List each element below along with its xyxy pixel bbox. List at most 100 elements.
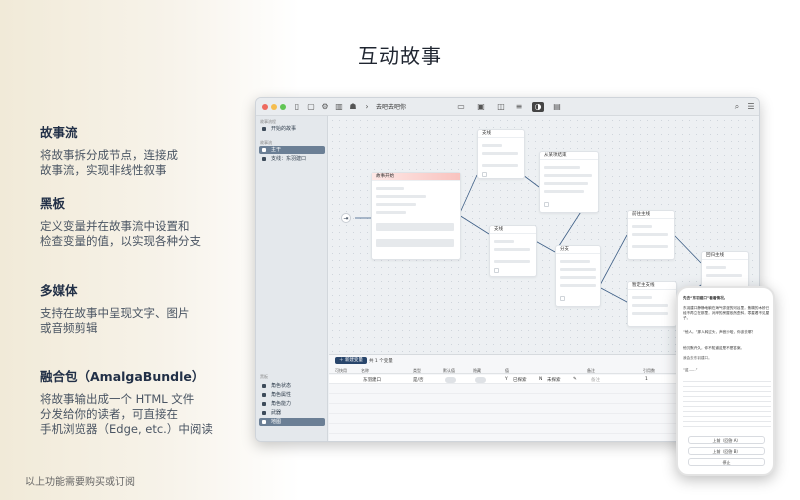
layers-icon[interactable]: ◫ bbox=[496, 102, 506, 112]
story-text: 东羽建口静静地躺在海气弥漫的河谷里，焦糊的木桥已经不再立在那里，对岸的房屋依然歪… bbox=[683, 306, 770, 320]
footnote: 以上功能需要购买或订阅 bbox=[25, 477, 135, 488]
story-entry-icon[interactable]: ⇥ bbox=[341, 213, 351, 223]
sidebar-item-bb[interactable]: 角色能力 bbox=[259, 400, 325, 408]
node-go-mainline[interactable]: 前往主线 bbox=[627, 210, 675, 260]
settings-icon[interactable]: ⚙ bbox=[320, 102, 330, 112]
node-branch-choice[interactable]: 分支 bbox=[555, 245, 601, 307]
story-text: “这……” bbox=[683, 368, 698, 372]
feature-title: 黑板 bbox=[40, 196, 66, 211]
stack-icon[interactable]: ≡ bbox=[514, 102, 524, 112]
node-backup[interactable]: 暂定主支线 bbox=[627, 281, 677, 327]
cards-icon[interactable]: ▣ bbox=[476, 102, 486, 112]
default-toggle[interactable] bbox=[445, 377, 456, 383]
page-heading: 互动故事 bbox=[358, 44, 442, 68]
node-title: 回归主线 bbox=[702, 252, 748, 260]
column-header: 值 bbox=[505, 368, 509, 373]
zoom-button[interactable] bbox=[280, 104, 286, 110]
sidebar-item-label: 武器 bbox=[271, 410, 282, 416]
node-branch[interactable]: 支线 bbox=[477, 129, 525, 179]
close-button[interactable] bbox=[262, 104, 268, 110]
table-icon bbox=[262, 411, 266, 415]
minimize-button[interactable] bbox=[271, 104, 277, 110]
choice-button[interactable]: 上前（回答 B） bbox=[688, 447, 765, 455]
chevron-icon[interactable]: › bbox=[362, 102, 372, 112]
add-variable-label: 新建变量 bbox=[344, 358, 363, 363]
edit-icon[interactable]: ✎ bbox=[573, 377, 577, 382]
sidebar-item-branch[interactable]: 支线：东羽建口 bbox=[259, 155, 325, 163]
feature-desc: 支持在故事中呈现文字、图片 或音频剪辑 bbox=[40, 306, 190, 335]
list-icon[interactable]: ☰ bbox=[746, 102, 756, 112]
sidebar-item-main[interactable]: 主干 bbox=[259, 146, 325, 154]
node-title: 支线 bbox=[490, 226, 536, 234]
archive-icon[interactable]: ▭ bbox=[456, 102, 466, 112]
table-icon bbox=[262, 384, 266, 388]
sidebar-item-label: 开始的故事 bbox=[271, 126, 297, 132]
value-n-label[interactable]: 未探索 bbox=[547, 377, 561, 383]
feature-multimedia: 多媒体 支持在故事中呈现文字、图片 或音频剪辑 bbox=[40, 280, 250, 336]
feature-blackboard: 黑板 定义变量并在故事流中设置和 检查变量的值，以实现各种分支 bbox=[40, 193, 250, 249]
hidden-toggle[interactable] bbox=[475, 377, 486, 383]
window-title: 去吧去吧你 bbox=[376, 104, 407, 111]
node-title: 从某项结束 bbox=[540, 152, 598, 160]
sidebar-item-bb[interactable]: 武器 bbox=[259, 409, 325, 417]
sidebar-item-label: 角色能力 bbox=[271, 401, 292, 407]
people-icon[interactable]: ☗ bbox=[348, 102, 358, 112]
book-icon[interactable]: ▤ bbox=[552, 102, 562, 112]
chart-icon[interactable]: ▥ bbox=[334, 102, 344, 112]
feature-title: 融合包（AmalgaBundle） bbox=[40, 369, 205, 384]
table-icon bbox=[262, 393, 266, 397]
sidebar-toggle-icon[interactable]: ▯ bbox=[292, 102, 302, 112]
node-branch[interactable]: 支线 bbox=[489, 225, 537, 277]
sidebar-item-bb[interactable]: 地图 bbox=[259, 418, 325, 426]
value-y: Y bbox=[505, 377, 508, 382]
column-header: 默认值 bbox=[443, 368, 455, 373]
feature-title: 多媒体 bbox=[40, 283, 78, 298]
sidebar-section-blackboard: 黑板 bbox=[260, 374, 268, 379]
column-header: 隐藏 bbox=[473, 368, 481, 373]
document-icon[interactable]: ▢ bbox=[306, 102, 316, 112]
story-text: 他沉默许久，你不知道这是不是答案。 bbox=[683, 346, 745, 350]
node-from-result[interactable]: 从某项结束 bbox=[539, 151, 599, 213]
reference-count: 1 bbox=[645, 377, 648, 382]
variable-count: 共 1 个变量 bbox=[369, 359, 393, 364]
story-text: 先去“东羽建口”看看情况。 bbox=[683, 296, 728, 300]
sidebar-item-story[interactable]: 开始的故事 bbox=[259, 125, 325, 133]
phone-preview: 先去“东羽建口”看看情况。 东羽建口静静地躺在海气弥漫的河谷里，焦糊的木桥已经不… bbox=[676, 286, 775, 476]
sidebar-item-label: 主干 bbox=[271, 147, 282, 153]
story-text-block bbox=[683, 378, 771, 428]
sidebar-item-label: 角色属性 bbox=[271, 392, 292, 398]
sidebar-item-bb[interactable]: 角色状态 bbox=[259, 382, 325, 390]
feature-title: 故事流 bbox=[40, 125, 78, 140]
sidebar-item-label: 支线：东羽建口 bbox=[271, 156, 307, 162]
node-title: 暂定主支线 bbox=[628, 282, 676, 290]
node-title: 前往主线 bbox=[628, 211, 674, 219]
value-y-label[interactable]: 已探索 bbox=[513, 377, 527, 383]
feature-desc: 定义变量并在故事流中设置和 检查变量的值，以实现各种分支 bbox=[40, 219, 201, 248]
choice-button[interactable]: 上前（回答 A） bbox=[688, 436, 765, 444]
add-variable-button[interactable]: ＋ 新建变量 bbox=[335, 357, 367, 364]
column-header: 类型 bbox=[413, 368, 421, 373]
node-title: 支线 bbox=[478, 130, 524, 138]
sidebar-item-label: 地图 bbox=[271, 419, 282, 425]
mask-icon[interactable]: ◑ bbox=[532, 102, 544, 112]
feature-bundle: 融合包（AmalgaBundle） 将故事输出成一个 HTML 文件 分发给你的… bbox=[40, 366, 250, 437]
story-icon bbox=[262, 127, 266, 131]
choice-button[interactable]: 停止 bbox=[688, 458, 765, 466]
sidebar-item-label: 角色状态 bbox=[271, 383, 292, 389]
variable-type[interactable]: 是/否 bbox=[413, 377, 424, 383]
value-n: N bbox=[539, 377, 543, 382]
column-header: 备注 bbox=[587, 368, 595, 373]
search-icon[interactable]: ⌕ bbox=[732, 102, 742, 112]
node-story-start[interactable]: 故事开始 bbox=[371, 172, 461, 260]
variable-name[interactable]: 东羽建口 bbox=[363, 377, 381, 383]
story-text: “他人。”那人转过头，声音沙哑，你该去哪？ bbox=[683, 330, 756, 334]
node-title: 故事开始 bbox=[372, 173, 460, 181]
table-icon bbox=[262, 402, 266, 406]
feature-desc: 将故事输出成一个 HTML 文件 分发给你的读者，可直接在 手机浏览器（Edge… bbox=[40, 392, 213, 436]
sidebar: 故事流程 开始的故事 故事流 主干 支线：东羽建口 黑板 角色状态 角色属性 角… bbox=[256, 116, 328, 441]
node-title: 分支 bbox=[556, 246, 600, 254]
story-choice-text: 我会去东羽建口。 bbox=[683, 356, 712, 360]
title-bar: ▯ ▢ ⚙ ▥ ☗ › 去吧去吧你 ▭ ▣ ◫ ≡ ◑ ▤ ⌕ ☰ bbox=[256, 98, 759, 116]
sidebar-item-bb[interactable]: 角色属性 bbox=[259, 391, 325, 399]
note-field[interactable]: 备注 bbox=[591, 377, 600, 383]
